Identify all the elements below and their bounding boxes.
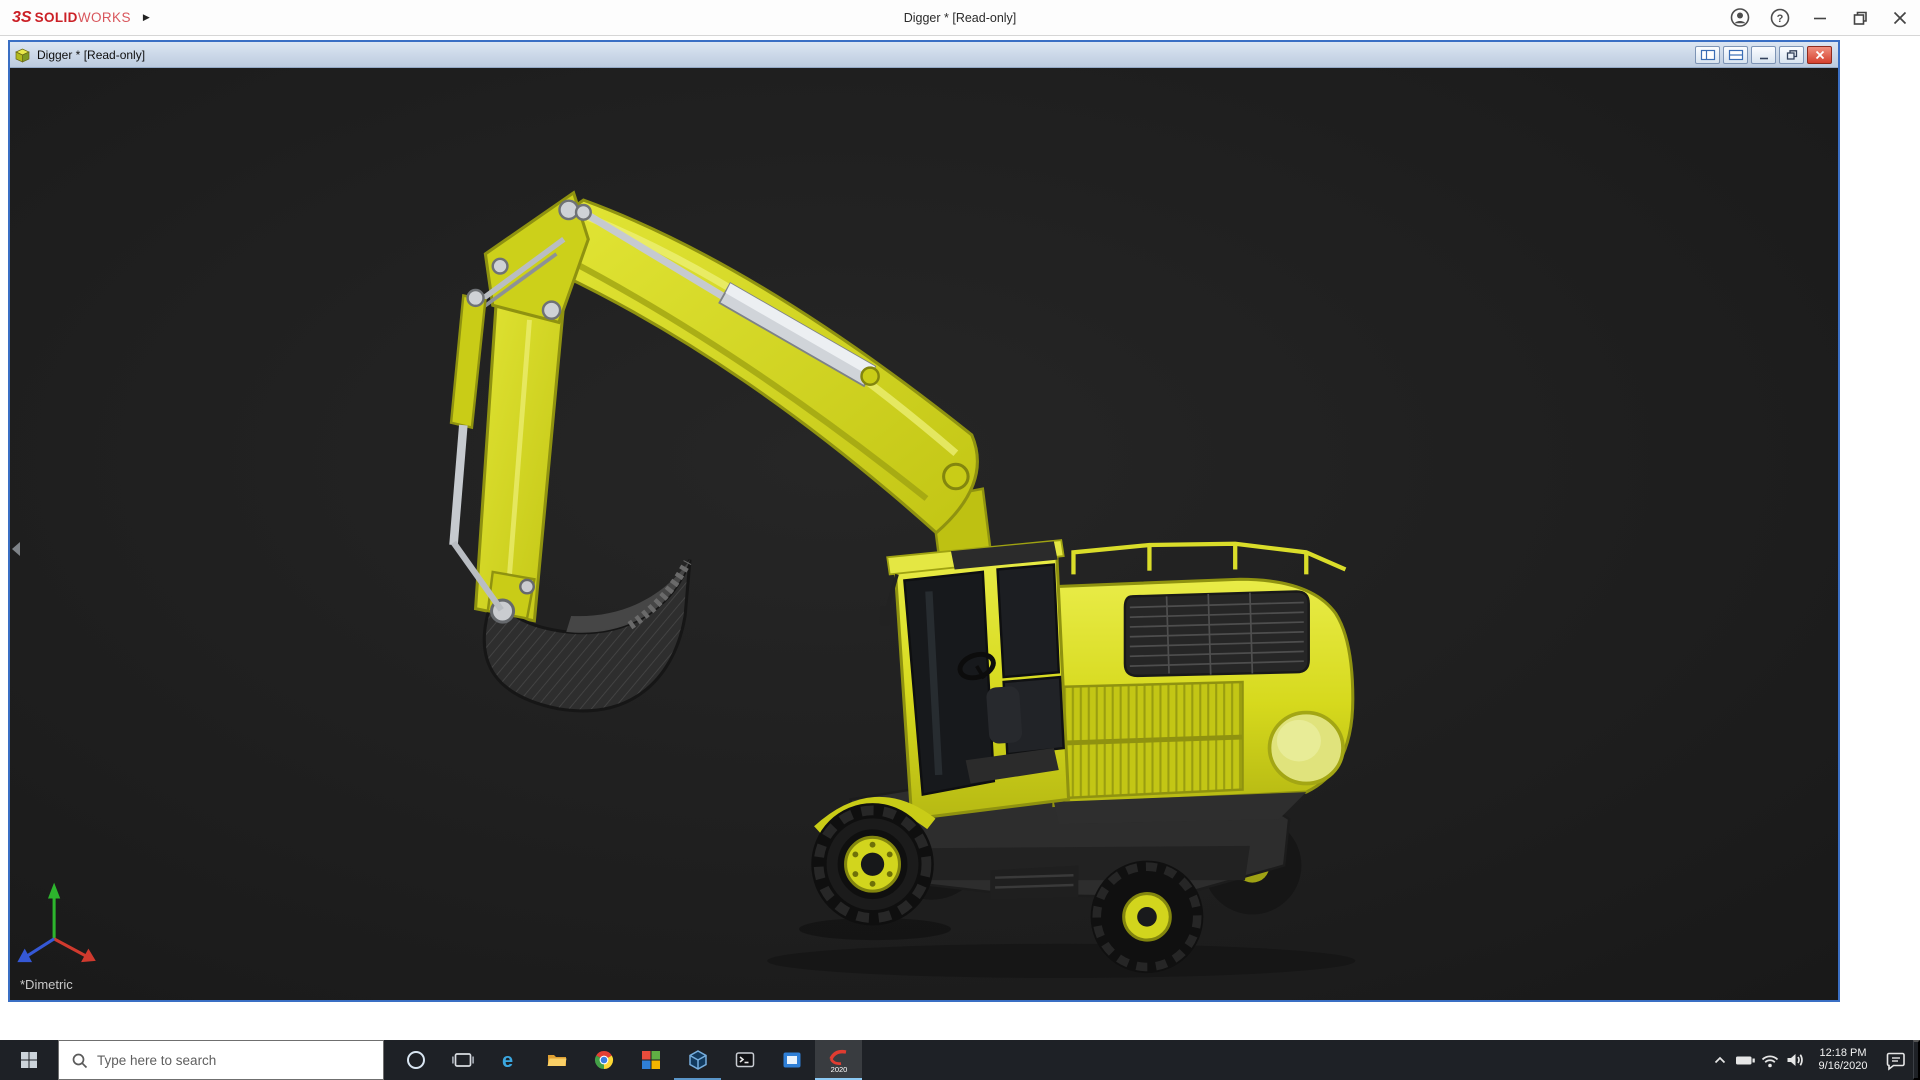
close-button[interactable] [1880,0,1920,35]
terminal-icon [735,1052,754,1068]
clock-time: 12:18 PM [1819,1047,1867,1059]
cortana-icon [406,1051,425,1069]
notification-icon [1886,1052,1905,1071]
account-button[interactable] [1720,0,1760,35]
split-pane-horizontal-icon [1728,49,1743,60]
3d-model-view[interactable] [10,68,1838,1000]
clock-date: 9/16/2020 [1818,1060,1868,1072]
app-title: Digger * [Read-only] [903,11,1017,25]
terminal-button[interactable] [721,1040,768,1080]
show-desktop-button[interactable] [1913,1040,1920,1080]
excavator-cab [879,539,1071,821]
solidworks-2020-button[interactable]: 2020 [815,1040,862,1080]
window-controls: ? [1720,0,1920,35]
solidworks-logo: 3S SOLID WORKS [12,8,131,26]
doc-restore-button[interactable] [1779,45,1804,64]
view-orientation-label: *Dimetric [20,977,73,992]
svg-text:?: ? [1777,13,1784,25]
sw-year-badge: 2020 [830,1065,847,1073]
chrome-button[interactable] [580,1040,627,1080]
split-pane-vertical-icon [1700,49,1715,60]
help-button[interactable]: ? [1760,0,1800,35]
document-titlebar[interactable]: Digger * [Read-only] [10,42,1838,68]
collapsed-panel-arrow-icon[interactable] [12,542,20,556]
minimize-button[interactable] [1800,0,1840,35]
cortana-button[interactable] [392,1040,439,1080]
task-view-button[interactable] [439,1040,486,1080]
graphics-viewport[interactable]: *Dimetric [10,68,1838,1000]
taskbar-clock[interactable]: 12:18 PM 9/16/2020 [1807,1047,1879,1073]
edge-icon: e [502,1050,513,1072]
chevron-up-icon [1714,1056,1725,1064]
cube-app-icon [688,1050,707,1070]
desktop: 3S SOLID WORKS ▶ Digger * [Read-only] ? [0,0,1920,1080]
doc-close-button[interactable] [1807,45,1832,64]
colorful-app-button[interactable] [627,1040,674,1080]
wifi-icon [1761,1055,1778,1068]
doc-minimize-icon [1759,57,1768,59]
colorful-app-icon [641,1051,660,1069]
solidworks-app-icon: 2020 [828,1049,847,1073]
app-titlebar[interactable]: 3S SOLID WORKS ▶ Digger * [Read-only] ? [0,0,1920,36]
search-input[interactable] [97,1052,347,1068]
volume-control[interactable] [1782,1040,1807,1080]
tray-overflow-button[interactable] [1707,1040,1732,1080]
edrawings-button[interactable] [674,1040,721,1080]
taskbar-pinned-icons: e 2020 [392,1040,862,1080]
battery-status[interactable] [1732,1040,1757,1080]
system-tray: 12:18 PM 9/16/2020 [1707,1040,1920,1080]
menu-flyout-arrow-icon[interactable]: ▶ [143,12,150,23]
search-icon [72,1053,88,1068]
task-view-icon [451,1053,474,1067]
blue-app-button[interactable] [768,1040,815,1080]
doc-restore-icon [1786,49,1797,60]
taskbar: e [0,1040,1920,1080]
battery-icon [1735,1056,1755,1065]
wheel-front [811,803,934,926]
speaker-icon [1787,1054,1803,1066]
network-status[interactable] [1757,1040,1782,1080]
windows-logo-icon [21,1052,37,1068]
document-title: Digger * [Read-only] [37,47,146,62]
chrome-icon [594,1050,613,1069]
doc-minimize-button[interactable] [1751,45,1776,64]
restore-icon [1853,11,1867,25]
svg-text:e: e [502,1050,513,1072]
doc-close-icon [1815,50,1824,59]
part-document-icon [15,48,30,63]
3ds-logo-mark: 3S [12,8,32,26]
taskbar-search[interactable] [58,1040,384,1080]
restore-button[interactable] [1840,0,1880,35]
minimize-icon [1814,17,1826,19]
split-pane-horizontal-button[interactable] [1723,45,1748,64]
blue-app-icon [783,1052,800,1068]
file-explorer-icon [547,1055,566,1066]
person-icon [1730,7,1750,27]
edge-button[interactable]: e [486,1040,533,1080]
file-explorer-button[interactable] [533,1040,580,1080]
help-icon: ? [1770,8,1790,27]
split-pane-vertical-button[interactable] [1695,45,1720,64]
document-window: Digger * [Read-only] *Dimetric [8,40,1840,1002]
action-center-button[interactable] [1879,1040,1913,1080]
wheel-rear [1090,860,1204,974]
document-window-controls [1695,45,1834,64]
close-icon [1893,11,1907,24]
start-button[interactable] [0,1040,58,1080]
